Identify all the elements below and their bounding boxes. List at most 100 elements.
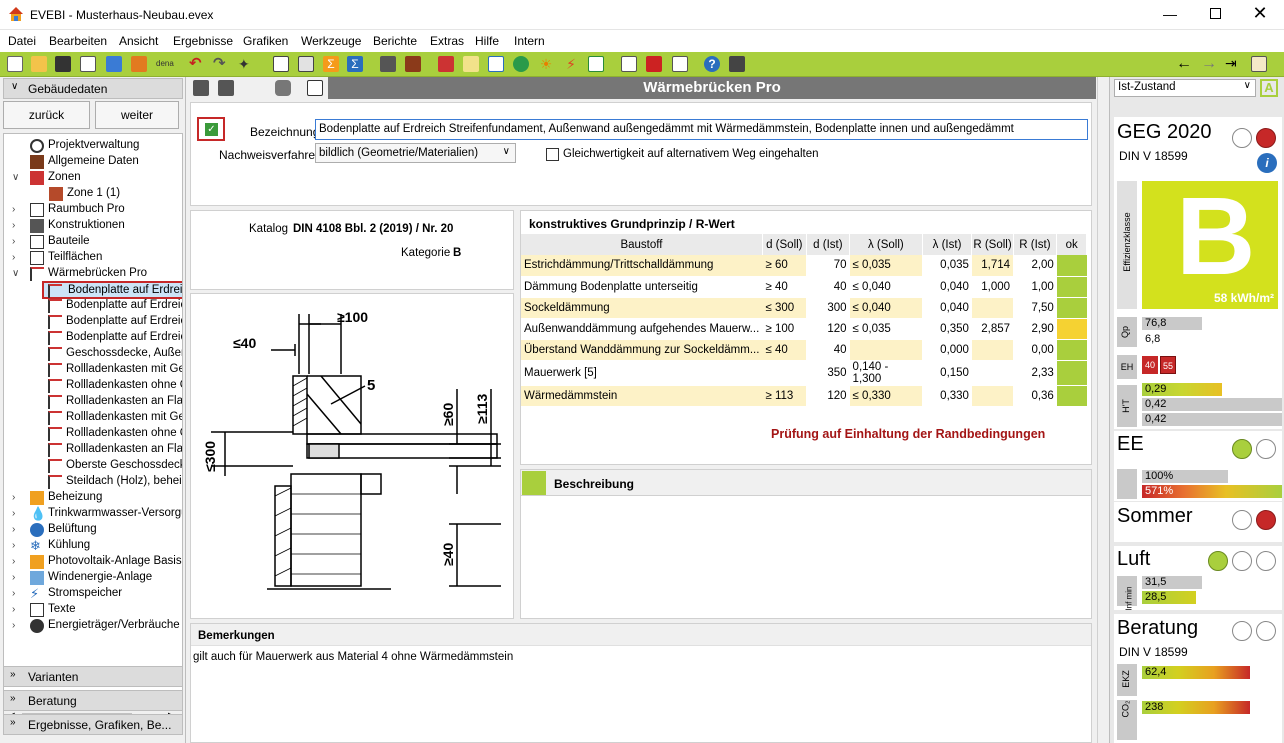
table-row[interactable]: Überstand Wanddämmung zur Sockeldämm... ≤… bbox=[521, 339, 1087, 361]
tree-icon[interactable] bbox=[380, 56, 396, 72]
align-left-icon[interactable] bbox=[193, 80, 209, 96]
expand-zonen[interactable]: ∨ bbox=[12, 172, 19, 183]
minimize-button[interactable]: — bbox=[1158, 6, 1182, 24]
sum-blue-icon[interactable]: Σ bbox=[347, 56, 363, 72]
save-icon[interactable] bbox=[55, 56, 71, 72]
form-panel: ✓ Bezeichnung Bodenplatte auf Erdreich S… bbox=[190, 102, 1092, 206]
ekz-label: EKZ bbox=[1117, 664, 1137, 696]
expand-bauteile[interactable]: › bbox=[12, 236, 15, 247]
undo-icon[interactable]: ↶ bbox=[189, 56, 205, 72]
expand-konstruktionen[interactable]: › bbox=[12, 220, 15, 231]
magic-wand-icon[interactable]: ✦ bbox=[238, 56, 254, 72]
section-ergebnisse[interactable]: » Ergebnisse, Grafiken, Be... bbox=[3, 714, 183, 735]
table-row[interactable]: Außenwanddämmung aufgehendes Mauerw... ≥ … bbox=[521, 318, 1087, 340]
variant-badge[interactable]: A bbox=[1260, 79, 1278, 97]
table-row[interactable]: Sockeldämmung ≤ 300 300 ≤ 0,040 0,040 7,50 bbox=[521, 297, 1087, 319]
ekz-value: 62,4 bbox=[1142, 666, 1250, 679]
expand-stromspeicher[interactable]: › bbox=[12, 588, 15, 599]
back-button[interactable]: zurück bbox=[3, 101, 90, 129]
expand-waermebruecken[interactable]: ∨ bbox=[12, 268, 19, 279]
next-button[interactable]: weiter bbox=[95, 101, 179, 129]
menu-datei[interactable]: Datei bbox=[8, 34, 36, 48]
back-arrow-icon[interactable]: ← bbox=[1176, 55, 1192, 73]
forward-arrow-icon[interactable]: → bbox=[1201, 55, 1217, 73]
nachweis-select[interactable]: bildlich (Geometrie/Materialien) ∨ bbox=[315, 143, 516, 163]
align-right-icon[interactable] bbox=[218, 80, 234, 96]
help-icon[interactable]: ? bbox=[704, 56, 720, 72]
section-gebaeudedaten[interactable]: ∨ Gebäudedaten bbox=[3, 78, 183, 99]
menu-intern[interactable]: Intern bbox=[514, 34, 545, 48]
expand-texte[interactable]: › bbox=[12, 604, 15, 615]
table-row[interactable]: Dämmung Bodenplatte unterseitig ≥ 40 40 ≤ 0… bbox=[521, 276, 1087, 298]
luft-value-1: 31,5 bbox=[1142, 576, 1202, 589]
expand-energietraeger[interactable]: › bbox=[12, 620, 15, 631]
open-folder-icon[interactable] bbox=[31, 56, 47, 72]
table-row[interactable]: Wärmedämmstein ≥ 113 120 ≤ 0,330 0,330 0,36 bbox=[521, 385, 1087, 407]
copy-icon[interactable] bbox=[80, 56, 96, 72]
lightning-icon[interactable]: ⚡ bbox=[563, 56, 579, 72]
menu-bearbeiten[interactable]: Bearbeiten bbox=[49, 34, 107, 48]
expand-beheizung[interactable]: › bbox=[12, 492, 15, 503]
section-varianten[interactable]: » Varianten bbox=[3, 666, 183, 687]
expand-photovoltaik[interactable]: › bbox=[12, 556, 15, 567]
database-icon[interactable] bbox=[275, 80, 291, 96]
calculator-icon[interactable] bbox=[729, 56, 745, 72]
table-row[interactable]: Estrichdämmung/Trittschalldämmung ≥ 60 70 ≤… bbox=[521, 255, 1087, 277]
maximize-button[interactable] bbox=[1203, 6, 1227, 24]
sommer-title: Sommer bbox=[1117, 505, 1193, 527]
expand-windenergie[interactable]: › bbox=[12, 572, 15, 583]
dena-icon[interactable]: dena bbox=[156, 59, 174, 68]
expand-teilflaechen[interactable]: › bbox=[12, 252, 15, 263]
menu-ergebnisse[interactable]: Ergebnisse bbox=[173, 34, 233, 48]
edit-doc-icon[interactable] bbox=[672, 56, 688, 72]
pages-icon[interactable] bbox=[307, 80, 323, 96]
new-file-icon[interactable] bbox=[7, 56, 23, 72]
menu-ansicht[interactable]: Ansicht bbox=[119, 34, 158, 48]
expand-kuehlung[interactable]: › bbox=[12, 540, 15, 551]
tree-item-wb-selected[interactable]: Bodenplatte auf Erdreic bbox=[42, 281, 182, 299]
book-icon[interactable] bbox=[488, 56, 504, 72]
expand-belueftung[interactable]: › bbox=[12, 524, 15, 535]
bezeichnung-input[interactable]: Bodenplatte auf Erdreich Streifenfundame… bbox=[315, 119, 1088, 140]
snowflake-icon: ❄ bbox=[30, 538, 41, 553]
expand-trinkwarmwasser[interactable]: › bbox=[12, 508, 15, 519]
sun-icon[interactable]: ☀ bbox=[538, 56, 554, 72]
pdf-icon[interactable] bbox=[646, 56, 662, 72]
enabled-checkbox[interactable]: ✓ bbox=[197, 117, 225, 141]
eh-label: EH bbox=[1117, 355, 1137, 379]
goto-end-icon[interactable]: ⇥ bbox=[1225, 55, 1237, 72]
section-beratung[interactable]: » Beratung bbox=[3, 690, 183, 711]
din-label-2: DIN V 18599 bbox=[1119, 645, 1188, 659]
expand-raumbuch[interactable]: › bbox=[12, 204, 15, 215]
layers-icon[interactable] bbox=[405, 56, 421, 72]
right-scrollbar[interactable] bbox=[1097, 77, 1109, 743]
import-icon[interactable] bbox=[106, 56, 122, 72]
table-row[interactable]: Mauerwerk [5] 350 0,140 - 1,300 0,150 2,33 bbox=[521, 360, 1087, 386]
shoe-icon[interactable] bbox=[438, 56, 454, 72]
close-button[interactable]: ✕ bbox=[1248, 3, 1272, 25]
note-icon[interactable] bbox=[463, 56, 479, 72]
status-circle-empty bbox=[1232, 551, 1252, 571]
checklist-icon[interactable] bbox=[621, 56, 637, 72]
globe-icon[interactable] bbox=[513, 56, 529, 72]
menu-grafiken[interactable]: Grafiken bbox=[243, 34, 288, 48]
export-icon[interactable] bbox=[131, 56, 147, 72]
menu-berichte[interactable]: Berichte bbox=[373, 34, 417, 48]
gleichwertigkeit-checkbox[interactable] bbox=[546, 148, 559, 161]
state-select[interactable]: Ist-Zustand ∨ bbox=[1114, 79, 1256, 97]
inf-label: Inf min bbox=[1117, 576, 1137, 611]
bemerkungen-text[interactable]: gilt auch für Mauerwerk aus Material 4 o… bbox=[193, 651, 513, 663]
redo-icon[interactable]: ↷ bbox=[213, 56, 229, 72]
document-icon[interactable] bbox=[273, 56, 289, 72]
house-icon[interactable] bbox=[588, 56, 604, 72]
thermal-bridge-icon bbox=[48, 284, 62, 298]
table-cell-d-ist: 120 bbox=[806, 318, 850, 340]
chart-icon[interactable] bbox=[1251, 56, 1267, 72]
info-icon[interactable]: i bbox=[1257, 153, 1277, 173]
status-circle-empty bbox=[1256, 621, 1276, 641]
menu-hilfe[interactable]: Hilfe bbox=[475, 34, 499, 48]
report-icon[interactable] bbox=[298, 56, 314, 72]
sum-orange-icon[interactable]: Σ bbox=[323, 56, 339, 72]
menu-extras[interactable]: Extras bbox=[430, 34, 464, 48]
menu-werkzeuge[interactable]: Werkzeuge bbox=[301, 34, 361, 48]
